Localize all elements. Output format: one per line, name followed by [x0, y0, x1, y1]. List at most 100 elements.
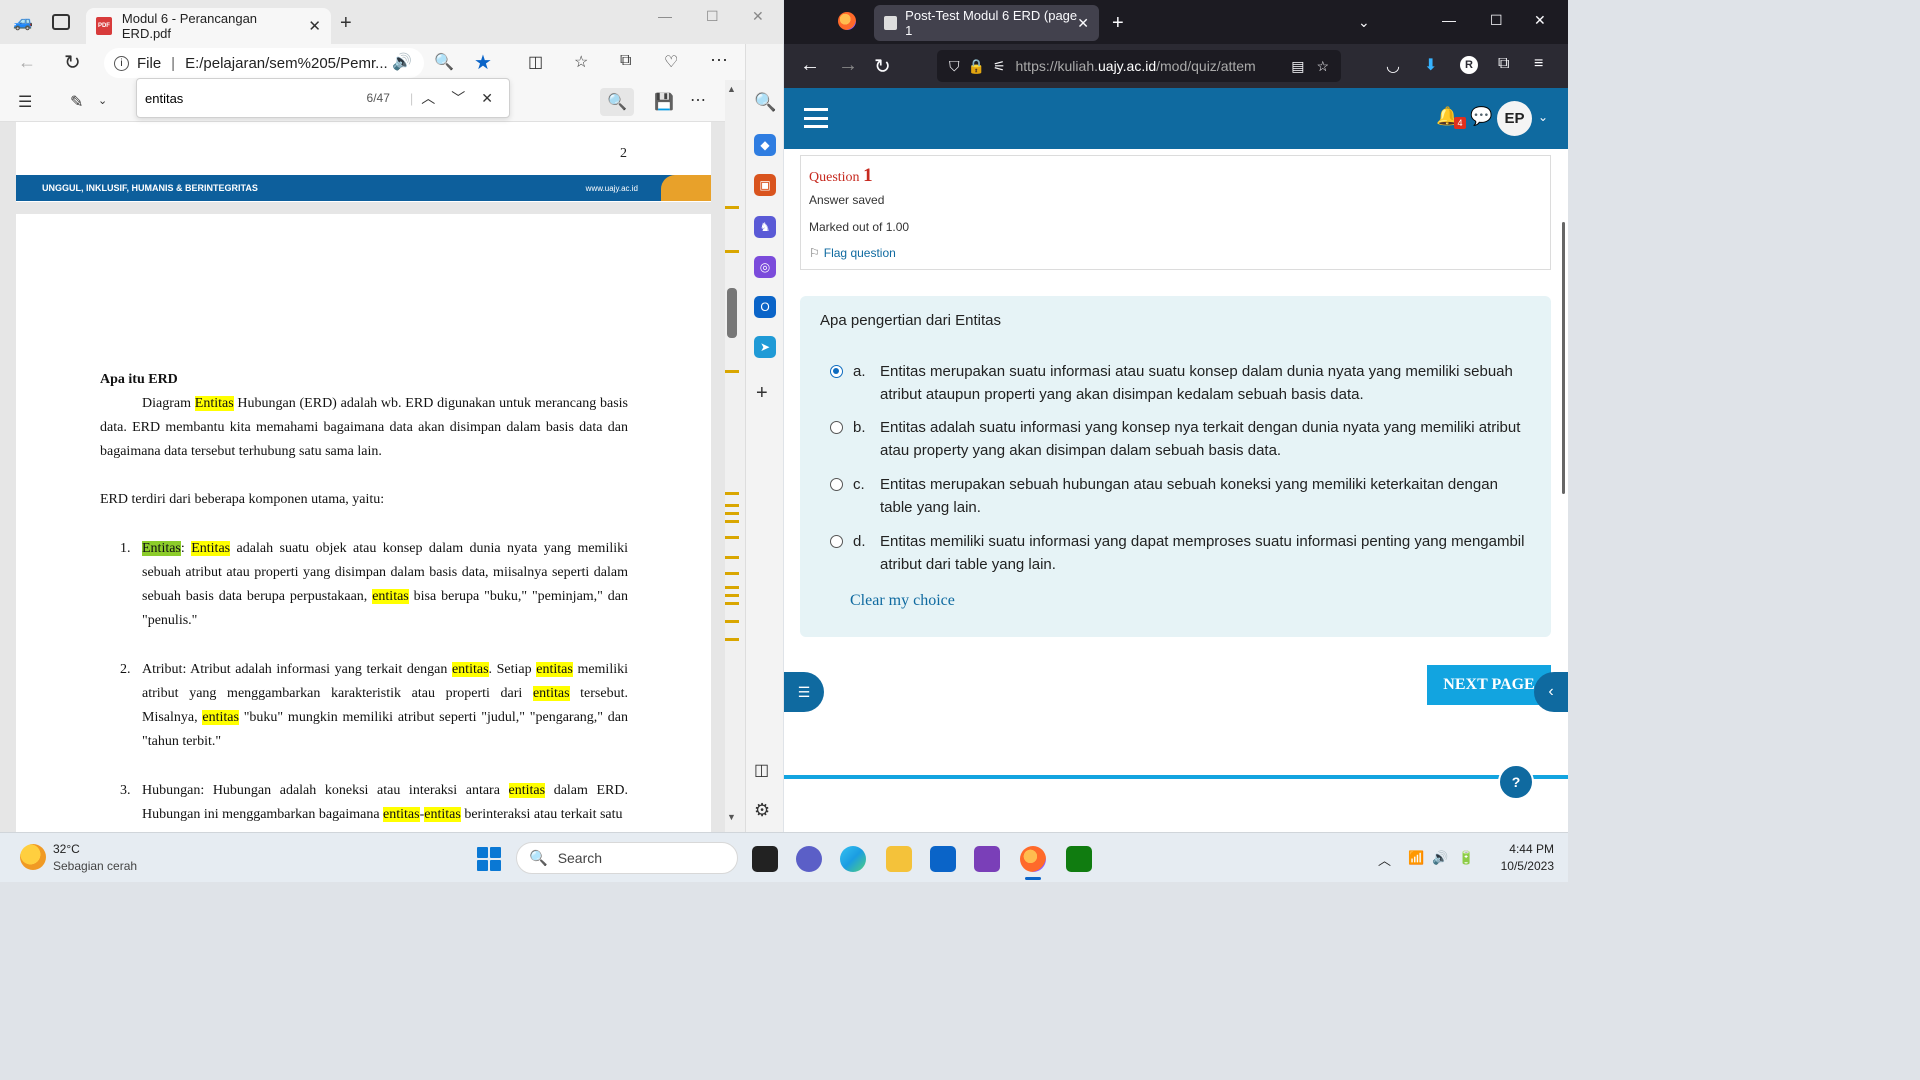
forward-arrow-icon[interactable]: → — [838, 54, 858, 77]
browser-essentials-icon[interactable]: ♡ — [664, 52, 678, 72]
firefox-view-icon[interactable] — [838, 12, 856, 30]
question-text: Apa pengertian dari Entitas — [820, 312, 1001, 329]
user-menu-chevron-icon[interactable]: ⌄ — [1538, 110, 1548, 124]
office-icon[interactable] — [974, 846, 1000, 872]
tray-overflow-chevron-icon[interactable]: ︿ — [1378, 850, 1391, 869]
menu-icon[interactable]: ≡ — [1534, 55, 1543, 73]
pdf-scrollbar[interactable]: ▲ ▼ — [725, 80, 745, 832]
url-field[interactable]: ⛉ 🔒 ⚟ https://kuliah. uajy.ac.id/mod/quiz… — [937, 50, 1341, 82]
find-previous-icon[interactable]: ︿ — [421, 88, 435, 108]
games-icon[interactable]: ♞ — [754, 216, 776, 238]
flag-question-link[interactable]: ⚐ Flag question — [809, 246, 896, 260]
scroll-up-icon[interactable]: ▲ — [727, 84, 736, 94]
mail-icon[interactable] — [930, 846, 956, 872]
reload-icon[interactable]: ↻ — [874, 54, 891, 79]
sidebar-search-icon[interactable]: 🔍 — [754, 92, 776, 113]
tab-actions-icon[interactable] — [52, 14, 70, 30]
maximize-button[interactable]: ☐ — [706, 8, 719, 25]
pdf-viewer[interactable]: 2 UNGGUL, INKLUSIF, HUMANIS & BERINTEGRI… — [0, 122, 725, 832]
page-scrollbar[interactable] — [1562, 222, 1565, 494]
start-button[interactable] — [477, 847, 501, 871]
new-tab-button[interactable]: + — [340, 12, 352, 35]
reload-icon[interactable]: ↻ — [64, 50, 81, 75]
answer-option-b[interactable]: b. Entitas adalah suatu informasi yang ko… — [830, 416, 1530, 462]
office-icon[interactable]: ◎ — [754, 256, 776, 278]
close-window-button[interactable]: ✕ — [1534, 12, 1546, 29]
close-tab-icon[interactable]: ✕ — [1077, 15, 1089, 32]
split-screen-icon[interactable]: ◫ — [528, 52, 543, 72]
favorites-icon[interactable]: ☆ — [574, 52, 588, 72]
list-tabs-icon[interactable]: ⌄ — [1358, 14, 1370, 31]
radio-button[interactable] — [830, 421, 843, 434]
close-tab-icon[interactable]: ✕ — [308, 17, 321, 35]
pocket-icon[interactable]: ◡ — [1386, 56, 1400, 76]
task-view-icon[interactable] — [752, 846, 778, 872]
read-aloud-icon[interactable]: 🔊 — [392, 52, 412, 72]
edge-tab-pdf[interactable]: PDF Modul 6 - Perancangan ERD.pdf ✕ — [86, 8, 331, 44]
download-icon[interactable]: ⬇ — [1424, 55, 1437, 75]
radio-selected[interactable] — [830, 365, 843, 378]
settings-gear-icon[interactable]: ⚙ — [754, 800, 770, 821]
firefox-tab-quiz[interactable]: Post-Test Modul 6 ERD (page 1 ✕ — [874, 5, 1099, 41]
scroll-down-icon[interactable]: ▼ — [727, 812, 736, 822]
draw-icon[interactable]: ✎ — [70, 92, 83, 112]
zoom-out-icon[interactable]: 🔍 — [434, 52, 454, 72]
moodle-header: 🔔 4 💬 EP ⌄ — [784, 88, 1568, 149]
answer-option-d[interactable]: d. Entitas memiliki suatu informasi yang … — [830, 530, 1530, 576]
contents-icon[interactable]: ☰ — [18, 92, 32, 112]
extensions-icon[interactable]: ⧉ — [1498, 55, 1509, 73]
minimize-button[interactable]: — — [658, 8, 672, 24]
weather-sun-icon[interactable] — [20, 844, 46, 870]
radio-button[interactable] — [830, 478, 843, 491]
avatar[interactable]: EP — [1497, 101, 1532, 136]
file-explorer-icon[interactable] — [886, 846, 912, 872]
new-tab-button[interactable]: + — [1112, 12, 1124, 35]
profile-icon[interactable]: 🚙 — [10, 12, 36, 32]
wifi-icon[interactable]: 📶 — [1408, 850, 1424, 866]
add-sidebar-app-icon[interactable]: + — [756, 382, 768, 405]
account-icon[interactable]: R — [1460, 56, 1478, 74]
url-field[interactable]: i File | E:/pelajaran/sem%205/Pemr... — [104, 48, 424, 78]
answer-option-a[interactable]: a. Entitas merupakan suatu informasi atau… — [830, 360, 1530, 406]
outlook-icon[interactable]: O — [754, 296, 776, 318]
firefox-icon[interactable] — [1020, 846, 1046, 872]
right-drawer-chevron-icon[interactable]: ‹ — [1534, 672, 1568, 712]
tools-icon[interactable]: ▣ — [754, 174, 776, 196]
hide-sidebar-icon[interactable]: ◫ — [754, 760, 769, 780]
radio-button[interactable] — [830, 535, 843, 548]
battery-icon[interactable]: 🔋 — [1458, 850, 1474, 866]
favorite-star-icon[interactable]: ★ — [474, 50, 492, 75]
save-icon[interactable]: 💾 — [654, 92, 674, 112]
reader-view-icon[interactable]: ▤ — [1291, 58, 1304, 75]
xbox-icon[interactable] — [1066, 846, 1092, 872]
back-arrow-icon[interactable]: ← — [18, 52, 36, 73]
answer-option-c[interactable]: c. Entitas merupakan sebuah hubungan atau… — [830, 473, 1530, 519]
shopping-icon[interactable]: ◆ — [754, 134, 776, 156]
back-arrow-icon[interactable]: ← — [800, 54, 820, 77]
more-menu-icon[interactable]: ⋯ — [710, 50, 728, 71]
pdf-more-icon[interactable]: ⋯ — [690, 90, 706, 110]
maximize-button[interactable]: ☐ — [1490, 12, 1503, 29]
bookmark-star-icon[interactable]: ☆ — [1316, 58, 1329, 75]
minimize-button[interactable]: — — [1442, 12, 1456, 28]
taskbar-search[interactable]: 🔍 Search — [516, 842, 738, 874]
search-icon[interactable]: 🔍 — [600, 88, 634, 116]
teams-icon[interactable] — [796, 846, 822, 872]
clock[interactable]: 4:44 PM 10/5/2023 — [1488, 841, 1554, 875]
find-next-icon[interactable]: ﹀ — [451, 88, 465, 108]
close-window-button[interactable]: ✕ — [752, 8, 764, 25]
find-input[interactable]: entitas — [145, 91, 183, 106]
quiz-navigation-drawer-icon[interactable]: ☰ — [784, 672, 824, 712]
chevron-down-icon[interactable]: ⌄ — [98, 94, 107, 107]
scroll-thumb[interactable] — [727, 288, 737, 338]
find-close-icon[interactable]: ✕ — [481, 90, 493, 107]
edge-icon[interactable] — [840, 846, 866, 872]
messages-icon[interactable]: 💬 — [1470, 106, 1492, 127]
collections-icon[interactable]: ⧉ — [620, 52, 631, 70]
drop-icon[interactable]: ➤ — [754, 336, 776, 358]
volume-icon[interactable]: 🔊 — [1432, 850, 1448, 866]
clear-choice-link[interactable]: Clear my choice — [850, 592, 955, 610]
help-button[interactable]: ? — [1498, 764, 1534, 800]
hamburger-menu-icon[interactable] — [804, 108, 828, 128]
next-page-button[interactable]: NEXT PAGE — [1427, 665, 1551, 705]
